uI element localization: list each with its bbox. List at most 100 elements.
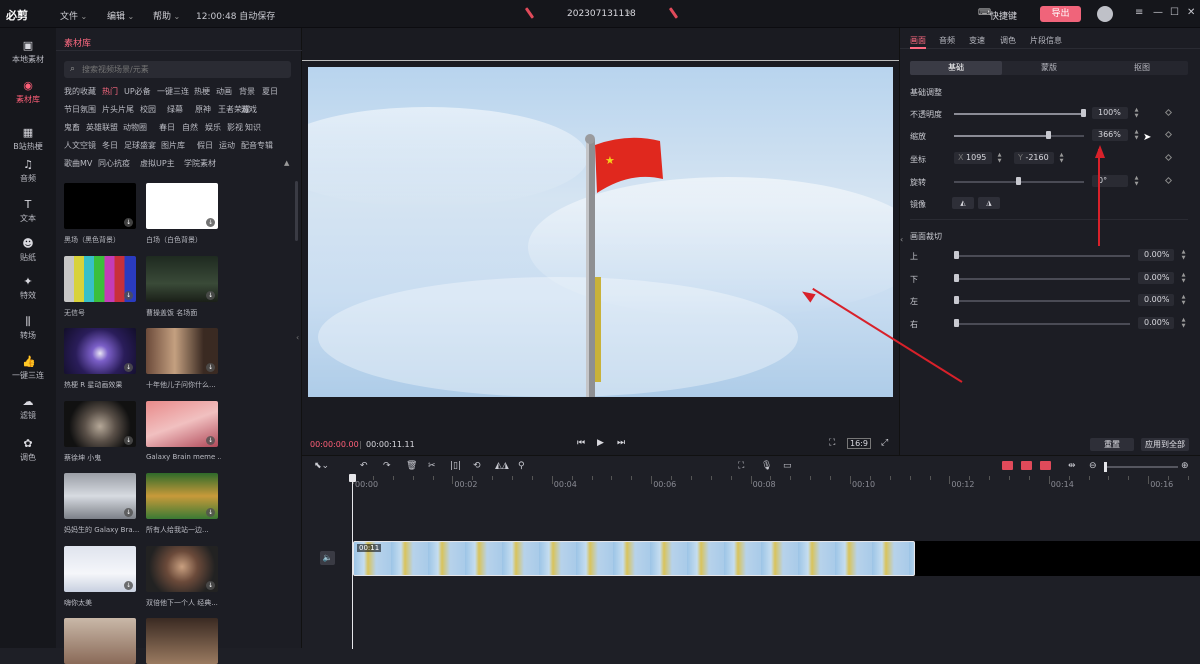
rotate-stepper[interactable]: ▲ ▼ [1133, 175, 1140, 187]
download-icon[interactable]: ↓ [124, 508, 133, 517]
play-icon[interactable]: ▶ [597, 438, 604, 448]
crop-slider-knob[interactable] [954, 296, 959, 304]
crop-slider-knob[interactable] [954, 251, 959, 259]
menu-help[interactable]: 帮助 [153, 9, 180, 22]
download-icon[interactable]: ↓ [124, 218, 133, 227]
pin-icon[interactable]: ⚲ [518, 461, 525, 471]
asset-thumbnail[interactable]: ↓ [146, 256, 218, 302]
keyframe-icon[interactable] [1164, 176, 1173, 185]
asset-thumbnail[interactable]: ↓ [64, 473, 136, 519]
crop-slider[interactable] [954, 319, 1130, 327]
tag-item[interactable]: 动物圈 [123, 122, 147, 133]
segment-cutout[interactable]: 抠图 [1096, 61, 1188, 75]
export-button[interactable]: 导出 [1040, 6, 1081, 22]
tag-item[interactable]: 游戏 [241, 104, 257, 115]
asset-thumbnail[interactable]: ↓ [64, 256, 136, 302]
x-stepper[interactable]: ▲ ▼ [996, 152, 1003, 164]
opacity-slider[interactable] [954, 109, 1086, 117]
opacity-value[interactable]: 100% [1092, 107, 1128, 119]
scale-slider[interactable] [954, 131, 1084, 139]
audio-link-icon[interactable] [1040, 461, 1051, 470]
y-field[interactable]: Y -2160 [1014, 152, 1054, 164]
rotate-slider[interactable] [954, 177, 1084, 185]
avatar[interactable] [1097, 6, 1113, 22]
tag-item[interactable]: 同心抗疫 [98, 158, 130, 169]
tag-item[interactable]: 歌曲MV [64, 158, 92, 169]
tag-item[interactable]: 动画 [216, 86, 232, 97]
collapse-tags-icon[interactable]: ▲ [284, 159, 289, 167]
tag-item[interactable]: 原神 [195, 104, 211, 115]
tag-item[interactable]: 节日氛围 [64, 104, 96, 115]
tag-item[interactable]: 自然 [182, 122, 198, 133]
edit-name-icon[interactable]: ✎ [625, 8, 632, 17]
nav-item-5[interactable]: ☻ 贴纸 [0, 238, 56, 263]
tag-item[interactable]: 鬼畜 [64, 122, 80, 133]
mirror-vertical-button[interactable]: ◮ [978, 197, 1000, 209]
mute-track-button[interactable]: 🔈 [320, 551, 335, 565]
nav-item-3[interactable]: ♫ 音频 [0, 159, 56, 184]
crop-value[interactable]: 0.00% [1138, 317, 1174, 329]
download-icon[interactable]: ↓ [206, 363, 215, 372]
record-icon[interactable]: ▭ [783, 461, 792, 471]
tab-picture[interactable]: 画面 [910, 35, 926, 46]
crop-value[interactable]: 0.00% [1138, 272, 1174, 284]
crop-stepper[interactable]: ▲ ▼ [1180, 317, 1187, 329]
crop-slider-knob[interactable] [954, 319, 959, 327]
keyframe-icon[interactable] [1164, 130, 1173, 139]
video-frame[interactable]: ★ [308, 67, 893, 397]
crop-slider-knob[interactable] [954, 274, 959, 282]
tag-item[interactable]: 运动 [219, 140, 235, 151]
zoom-out-icon[interactable]: ⊖ [1089, 461, 1097, 471]
tag-item[interactable]: 知识 [245, 122, 261, 133]
tag-item[interactable]: UP必备 [124, 86, 151, 97]
tab-audio[interactable]: 音频 [939, 35, 955, 46]
tag-item[interactable]: 校园 [140, 104, 156, 115]
crop-value[interactable]: 0.00% [1138, 294, 1174, 306]
download-icon[interactable]: ↓ [206, 291, 215, 300]
tag-item[interactable]: 春日 [159, 122, 175, 133]
menu-icon[interactable]: ≡ [1135, 7, 1143, 18]
menu-file[interactable]: 文件 [60, 9, 87, 22]
delete-icon[interactable]: 🗑 [406, 461, 417, 471]
crop-slider[interactable] [954, 296, 1130, 304]
prev-frame-icon[interactable]: ⏮ [577, 438, 585, 448]
keyframe-icon[interactable] [1164, 108, 1173, 117]
asset-thumbnail[interactable]: ↓ [146, 328, 218, 374]
tag-item[interactable]: 假日 [197, 140, 213, 151]
crop-value[interactable]: 0.00% [1138, 249, 1174, 261]
mirror-icon[interactable]: ◭◮ [495, 461, 509, 471]
asset-thumbnail[interactable] [64, 618, 136, 664]
tag-item[interactable]: 英雄联盟 [86, 122, 118, 133]
keyframe-icon[interactable] [1164, 153, 1173, 162]
tag-item[interactable]: 绿幕 [167, 104, 183, 115]
crop-stepper[interactable]: ▲ ▼ [1180, 272, 1187, 284]
nav-item-2[interactable]: ▦ B站热梗 [0, 127, 56, 152]
link-icon[interactable] [1021, 461, 1032, 470]
ratio-selector[interactable]: 16:9 [847, 438, 871, 449]
redo-icon[interactable]: ↷ [383, 461, 391, 471]
nav-item-1[interactable]: ◉ 素材库 [0, 80, 56, 105]
collapse-props-icon[interactable]: ‹ [900, 235, 903, 244]
tag-item[interactable]: 一键三连 [157, 86, 189, 97]
nav-item-8[interactable]: 👍 一键三连 [0, 356, 56, 381]
trim-icon[interactable]: |▯| [450, 461, 461, 471]
tab-library[interactable]: 素材库 [64, 36, 91, 49]
download-icon[interactable]: ↓ [124, 581, 133, 590]
download-icon[interactable]: ↓ [206, 581, 215, 590]
x-field[interactable]: X 1095 [954, 152, 992, 164]
tab-speed[interactable]: 变速 [969, 35, 985, 46]
capture-icon[interactable]: ⛶ [738, 461, 744, 471]
asset-thumbnail[interactable]: ↓ [146, 546, 218, 592]
tag-item[interactable]: 片头片尾 [102, 104, 134, 115]
video-clip[interactable]: 00:11 [353, 541, 915, 576]
minimize-icon[interactable]: — [1153, 7, 1163, 18]
asset-thumbnail[interactable]: ↓ [146, 401, 218, 447]
playhead-handle[interactable] [349, 474, 356, 482]
asset-thumbnail[interactable]: ↓ [64, 328, 136, 374]
apply-all-button[interactable]: 应用到全部 [1141, 438, 1189, 451]
search-box[interactable]: ⌕ [64, 61, 291, 78]
y-stepper[interactable]: ▲ ▼ [1058, 152, 1065, 164]
nav-item-4[interactable]: T 文本 [0, 199, 56, 224]
nav-item-10[interactable]: ✿ 调色 [0, 438, 56, 463]
tab-color[interactable]: 调色 [1000, 35, 1016, 46]
